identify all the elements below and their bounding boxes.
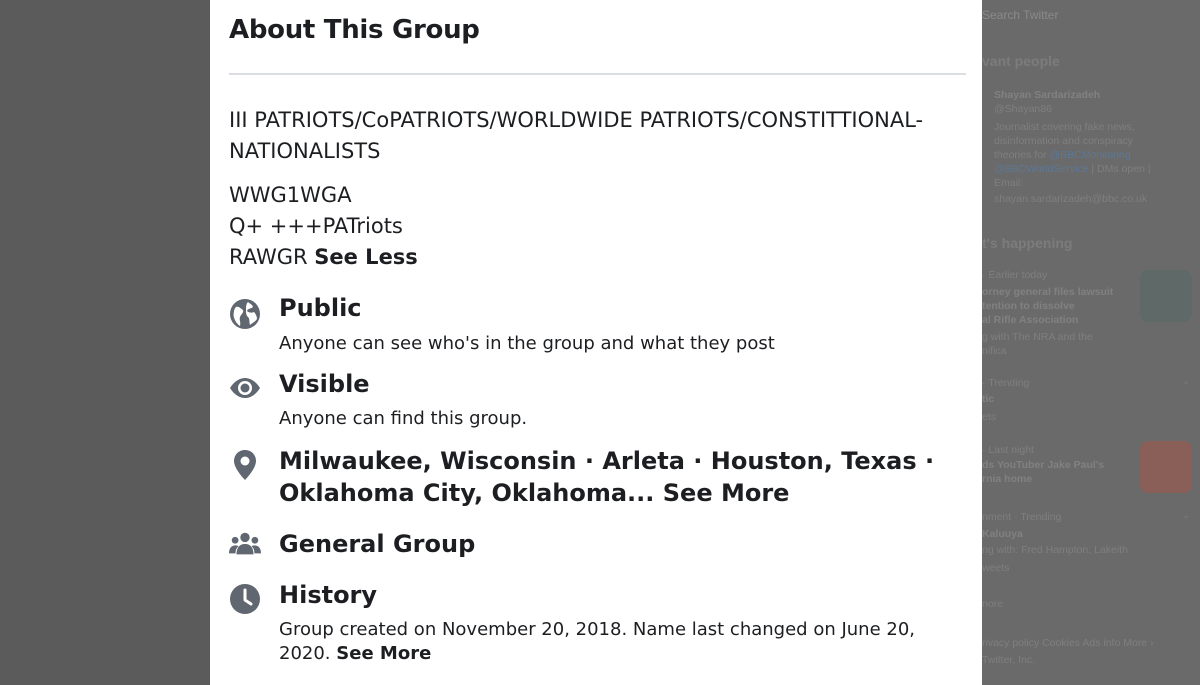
- visibility-detail: Anyone can find this group.: [279, 408, 528, 429]
- footer-copyright: Twitter, Inc.: [982, 654, 1036, 666]
- news-sub: nifica: [982, 345, 1007, 357]
- history-heading: History: [279, 581, 378, 609]
- news-headline: orney general files lawsuit: [982, 286, 1114, 298]
- privacy-detail: Anyone can see who's in the group and wh…: [279, 333, 775, 354]
- person-bio-line: Email:: [994, 177, 1024, 189]
- news-headline: rnia home: [982, 473, 1033, 485]
- person-bio-line: Journalist covering fake news,: [994, 121, 1135, 133]
- description-text: RAWGR: [229, 245, 315, 269]
- trend-count: ets: [982, 411, 997, 423]
- about-group-dialog: About This Group III PATRIOTS/CoPATRIOTS…: [210, 0, 982, 685]
- location-row: Milwaukee, Wisconsin · Arleta · Houston,…: [229, 445, 969, 515]
- relevant-people-heading: vant people: [982, 53, 1060, 69]
- news-headline: tention to dissolve: [982, 300, 1075, 312]
- history-detail: Group created on November 20, 2018. Name…: [279, 619, 916, 640]
- chevron-down-icon: ⌄: [1182, 510, 1191, 521]
- dialog-title: About This Group: [229, 15, 480, 45]
- person-bio-line: @BBCWorldService | DMs open |: [994, 162, 1151, 176]
- news-thumbnail: [1140, 441, 1192, 493]
- visibility-heading: Visible: [279, 370, 370, 398]
- whats-happening-heading: t's happening: [982, 235, 1073, 251]
- group-type-heading: General Group: [279, 530, 476, 558]
- globe-icon: [229, 298, 261, 330]
- clock-icon: [229, 583, 261, 615]
- location-text: Oklahoma City, Oklahoma...: [279, 479, 663, 507]
- group-description-extra: WWG1WGA Q+ +++PATriots RAWGR See Less: [229, 180, 959, 273]
- history-see-more-link[interactable]: See More: [336, 643, 431, 664]
- show-more-link: nore: [982, 598, 1004, 610]
- location-line: Milwaukee, Wisconsin · Arleta · Houston,…: [279, 447, 935, 475]
- person-bio-line: disinformation and conspiracy: [994, 135, 1133, 147]
- background-search-input: Search Twitter: [982, 8, 1059, 22]
- chevron-down-icon: ⌄: [1182, 376, 1191, 387]
- news-meta: · Earlier today: [982, 269, 1048, 281]
- news-thumbnail: [1140, 270, 1192, 322]
- eye-icon: [229, 372, 261, 404]
- background-sidebar: Search Twitter vant people Shayan Sardar…: [982, 0, 1200, 685]
- person-handle: @Shayan86: [994, 103, 1052, 115]
- news-sub: g with The NRA and the: [982, 331, 1093, 343]
- title-divider: [229, 73, 966, 75]
- trend-meta: · Trending: [982, 377, 1030, 389]
- person-bio-text: | DMs open |: [1088, 163, 1151, 175]
- person-bio-link: @BBCWorldService: [994, 163, 1089, 175]
- trend-sub: ng with: Fred Hampton, Lakeith: [982, 544, 1128, 556]
- history-row: History Group created on November 20, 20…: [229, 579, 969, 671]
- people-icon: [229, 528, 261, 560]
- news-headline: ds YouTuber Jake Paul's: [982, 459, 1105, 471]
- news-headline: al Rifle Association: [982, 314, 1079, 326]
- history-text: 2020.: [279, 643, 337, 664]
- trend-name: Kaluuya: [982, 528, 1023, 540]
- person-bio-text: theories for: [994, 149, 1050, 161]
- trend-name: tic: [982, 393, 995, 405]
- history-detail: 2020. See More: [279, 642, 431, 666]
- footer-links: rivacy policy Cookies Ads info More ›: [982, 637, 1154, 649]
- description-line: RAWGR See Less: [229, 242, 959, 273]
- privacy-row: Public Anyone can see who's in the group…: [229, 292, 969, 362]
- trend-count: weets: [982, 562, 1010, 574]
- person-bio-line: theories for @BBCMonitoring: [994, 148, 1131, 162]
- visibility-row: Visible Anyone can find this group.: [229, 368, 969, 438]
- description-line: WWG1WGA: [229, 183, 352, 207]
- location-pin-icon: [229, 449, 261, 481]
- person-name: Shayan Sardarizadeh: [994, 89, 1101, 101]
- trend-meta: nment · Trending: [982, 511, 1062, 523]
- see-less-link[interactable]: See Less: [314, 245, 418, 269]
- privacy-heading: Public: [279, 294, 362, 322]
- group-description: III PATRIOTS/CoPATRIOTS/WORLDWIDE PATRIO…: [229, 108, 924, 163]
- group-type-row: General Group: [229, 528, 969, 562]
- description-line: Q+ +++PATriots: [229, 214, 403, 238]
- person-bio-line: shayan.sardarizadeh@bbc.co.uk: [994, 193, 1148, 205]
- person-bio-link: @BBCMonitoring: [1049, 149, 1131, 161]
- location-line: Oklahoma City, Oklahoma... See More: [279, 477, 789, 509]
- news-meta: · Last night: [982, 444, 1034, 456]
- location-see-more-link[interactable]: See More: [663, 479, 790, 507]
